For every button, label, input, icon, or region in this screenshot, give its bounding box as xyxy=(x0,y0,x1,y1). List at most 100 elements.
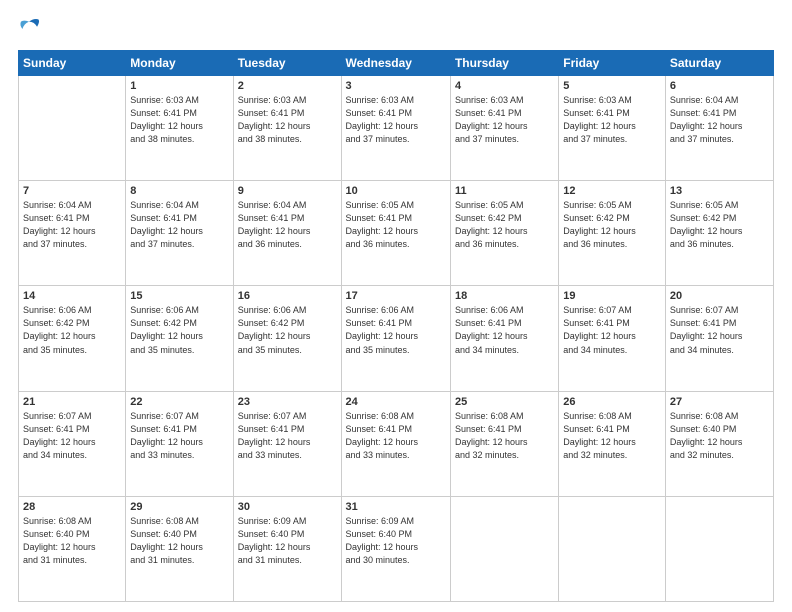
day-info: Sunrise: 6:04 AM Sunset: 6:41 PM Dayligh… xyxy=(670,94,769,146)
weekday-header-monday: Monday xyxy=(126,51,233,76)
week-row-4: 21 Sunrise: 6:07 AM Sunset: 6:41 PM Dayli… xyxy=(19,391,774,496)
calendar-page: SundayMondayTuesdayWednesdayThursdayFrid… xyxy=(0,0,792,612)
day-cell xyxy=(559,496,666,601)
day-info: Sunrise: 6:05 AM Sunset: 6:42 PM Dayligh… xyxy=(670,199,769,251)
day-info: Sunrise: 6:03 AM Sunset: 6:41 PM Dayligh… xyxy=(346,94,446,146)
day-cell: 14Sunrise: 6:06 AM Sunset: 6:42 PM Dayli… xyxy=(19,286,126,391)
logo xyxy=(18,18,44,40)
weekday-header-saturday: Saturday xyxy=(665,51,773,76)
day-number: 8 xyxy=(130,185,228,197)
day-number: 21 xyxy=(23,396,121,408)
day-cell xyxy=(450,496,558,601)
day-cell: 27 Sunrise: 6:08 AM Sunset: 6:40 PM Dayli… xyxy=(665,391,773,496)
day-cell: 7Sunrise: 6:04 AM Sunset: 6:41 PM Daylig… xyxy=(19,181,126,286)
day-cell: 17 Sunrise: 6:06 AM Sunset: 6:41 PM Dayli… xyxy=(341,286,450,391)
day-info: Sunrise: 6:07 AM Sunset: 6:41 PM Dayligh… xyxy=(563,304,661,356)
day-number: 4 xyxy=(455,80,554,92)
day-cell: 11 Sunrise: 6:05 AM Sunset: 6:42 PM Dayli… xyxy=(450,181,558,286)
day-cell: 16 Sunrise: 6:06 AM Sunset: 6:42 PM Dayli… xyxy=(233,286,341,391)
day-number: 6 xyxy=(670,80,769,92)
day-number: 25 xyxy=(455,396,554,408)
day-cell: 15 Sunrise: 6:06 AM Sunset: 6:42 PM Dayli… xyxy=(126,286,233,391)
day-info: Sunrise: 6:07 AM Sunset: 6:41 PM Dayligh… xyxy=(670,304,769,356)
day-info: Sunrise: 6:08 AM Sunset: 6:41 PM Dayligh… xyxy=(455,410,554,462)
day-cell: 20Sunrise: 6:07 AM Sunset: 6:41 PM Dayli… xyxy=(665,286,773,391)
day-number: 13 xyxy=(670,185,769,197)
day-number: 18 xyxy=(455,290,554,302)
weekday-header-row: SundayMondayTuesdayWednesdayThursdayFrid… xyxy=(19,51,774,76)
week-row-1: 1Sunrise: 6:03 AM Sunset: 6:41 PM Daylig… xyxy=(19,76,774,181)
day-cell: 1Sunrise: 6:03 AM Sunset: 6:41 PM Daylig… xyxy=(126,76,233,181)
weekday-header-tuesday: Tuesday xyxy=(233,51,341,76)
day-info: Sunrise: 6:09 AM Sunset: 6:40 PM Dayligh… xyxy=(238,515,337,567)
day-info: Sunrise: 6:08 AM Sunset: 6:41 PM Dayligh… xyxy=(346,410,446,462)
day-number: 3 xyxy=(346,80,446,92)
day-number: 2 xyxy=(238,80,337,92)
day-number: 15 xyxy=(130,290,228,302)
day-cell: 12 Sunrise: 6:05 AM Sunset: 6:42 PM Dayli… xyxy=(559,181,666,286)
day-cell: 2 Sunrise: 6:03 AM Sunset: 6:41 PM Daylig… xyxy=(233,76,341,181)
day-info: Sunrise: 6:06 AM Sunset: 6:42 PM Dayligh… xyxy=(130,304,228,356)
day-number: 5 xyxy=(563,80,661,92)
day-cell: 9 Sunrise: 6:04 AM Sunset: 6:41 PM Daylig… xyxy=(233,181,341,286)
day-number: 27 xyxy=(670,396,769,408)
week-row-5: 28 Sunrise: 6:08 AM Sunset: 6:40 PM Dayli… xyxy=(19,496,774,601)
day-info: Sunrise: 6:06 AM Sunset: 6:42 PM Dayligh… xyxy=(238,304,337,356)
day-number: 10 xyxy=(346,185,446,197)
day-cell: 5 Sunrise: 6:03 AM Sunset: 6:41 PM Daylig… xyxy=(559,76,666,181)
day-cell: 30 Sunrise: 6:09 AM Sunset: 6:40 PM Dayli… xyxy=(233,496,341,601)
logo-icon xyxy=(18,18,40,40)
day-number: 11 xyxy=(455,185,554,197)
header xyxy=(18,18,774,40)
day-number: 23 xyxy=(238,396,337,408)
day-info: Sunrise: 6:07 AM Sunset: 6:41 PM Dayligh… xyxy=(130,410,228,462)
day-cell: 21Sunrise: 6:07 AM Sunset: 6:41 PM Dayli… xyxy=(19,391,126,496)
calendar-table: SundayMondayTuesdayWednesdayThursdayFrid… xyxy=(18,50,774,602)
day-number: 12 xyxy=(563,185,661,197)
day-cell: 6 Sunrise: 6:04 AM Sunset: 6:41 PM Daylig… xyxy=(665,76,773,181)
day-cell: 31Sunrise: 6:09 AM Sunset: 6:40 PM Dayli… xyxy=(341,496,450,601)
day-info: Sunrise: 6:06 AM Sunset: 6:41 PM Dayligh… xyxy=(455,304,554,356)
day-number: 17 xyxy=(346,290,446,302)
day-number: 26 xyxy=(563,396,661,408)
day-number: 29 xyxy=(130,501,228,513)
day-info: Sunrise: 6:03 AM Sunset: 6:41 PM Dayligh… xyxy=(130,94,228,146)
weekday-header-wednesday: Wednesday xyxy=(341,51,450,76)
day-info: Sunrise: 6:06 AM Sunset: 6:41 PM Dayligh… xyxy=(346,304,446,356)
day-number: 7 xyxy=(23,185,121,197)
day-cell: 3 Sunrise: 6:03 AM Sunset: 6:41 PM Daylig… xyxy=(341,76,450,181)
week-row-3: 14Sunrise: 6:06 AM Sunset: 6:42 PM Dayli… xyxy=(19,286,774,391)
day-cell: 10 Sunrise: 6:05 AM Sunset: 6:41 PM Dayli… xyxy=(341,181,450,286)
day-number: 16 xyxy=(238,290,337,302)
day-cell: 29 Sunrise: 6:08 AM Sunset: 6:40 PM Dayli… xyxy=(126,496,233,601)
day-info: Sunrise: 6:08 AM Sunset: 6:40 PM Dayligh… xyxy=(670,410,769,462)
day-info: Sunrise: 6:05 AM Sunset: 6:41 PM Dayligh… xyxy=(346,199,446,251)
day-info: Sunrise: 6:03 AM Sunset: 6:41 PM Dayligh… xyxy=(455,94,554,146)
day-number: 22 xyxy=(130,396,228,408)
weekday-header-sunday: Sunday xyxy=(19,51,126,76)
day-info: Sunrise: 6:03 AM Sunset: 6:41 PM Dayligh… xyxy=(563,94,661,146)
day-cell: 26 Sunrise: 6:08 AM Sunset: 6:41 PM Dayli… xyxy=(559,391,666,496)
day-cell: 22 Sunrise: 6:07 AM Sunset: 6:41 PM Dayli… xyxy=(126,391,233,496)
day-number: 24 xyxy=(346,396,446,408)
day-info: Sunrise: 6:07 AM Sunset: 6:41 PM Dayligh… xyxy=(238,410,337,462)
weekday-header-friday: Friday xyxy=(559,51,666,76)
day-info: Sunrise: 6:08 AM Sunset: 6:40 PM Dayligh… xyxy=(130,515,228,567)
day-info: Sunrise: 6:04 AM Sunset: 6:41 PM Dayligh… xyxy=(238,199,337,251)
day-cell: 23 Sunrise: 6:07 AM Sunset: 6:41 PM Dayli… xyxy=(233,391,341,496)
day-info: Sunrise: 6:05 AM Sunset: 6:42 PM Dayligh… xyxy=(563,199,661,251)
day-number: 9 xyxy=(238,185,337,197)
day-number: 28 xyxy=(23,501,121,513)
day-info: Sunrise: 6:06 AM Sunset: 6:42 PM Dayligh… xyxy=(23,304,121,356)
day-cell: 24 Sunrise: 6:08 AM Sunset: 6:41 PM Dayli… xyxy=(341,391,450,496)
week-row-2: 7 Sunrise: 6:04 AM Sunset: 6:41 PM Daylig… xyxy=(19,181,774,286)
day-info: Sunrise: 6:08 AM Sunset: 6:41 PM Dayligh… xyxy=(563,410,661,462)
day-number: 19 xyxy=(563,290,661,302)
day-cell: 18 Sunrise: 6:06 AM Sunset: 6:41 PM Dayli… xyxy=(450,286,558,391)
weekday-header-thursday: Thursday xyxy=(450,51,558,76)
day-info: Sunrise: 6:08 AM Sunset: 6:40 PM Dayligh… xyxy=(23,515,121,567)
day-info: Sunrise: 6:05 AM Sunset: 6:42 PM Dayligh… xyxy=(455,199,554,251)
day-info: Sunrise: 6:03 AM Sunset: 6:41 PM Dayligh… xyxy=(238,94,337,146)
day-cell xyxy=(19,76,126,181)
day-number: 30 xyxy=(238,501,337,513)
